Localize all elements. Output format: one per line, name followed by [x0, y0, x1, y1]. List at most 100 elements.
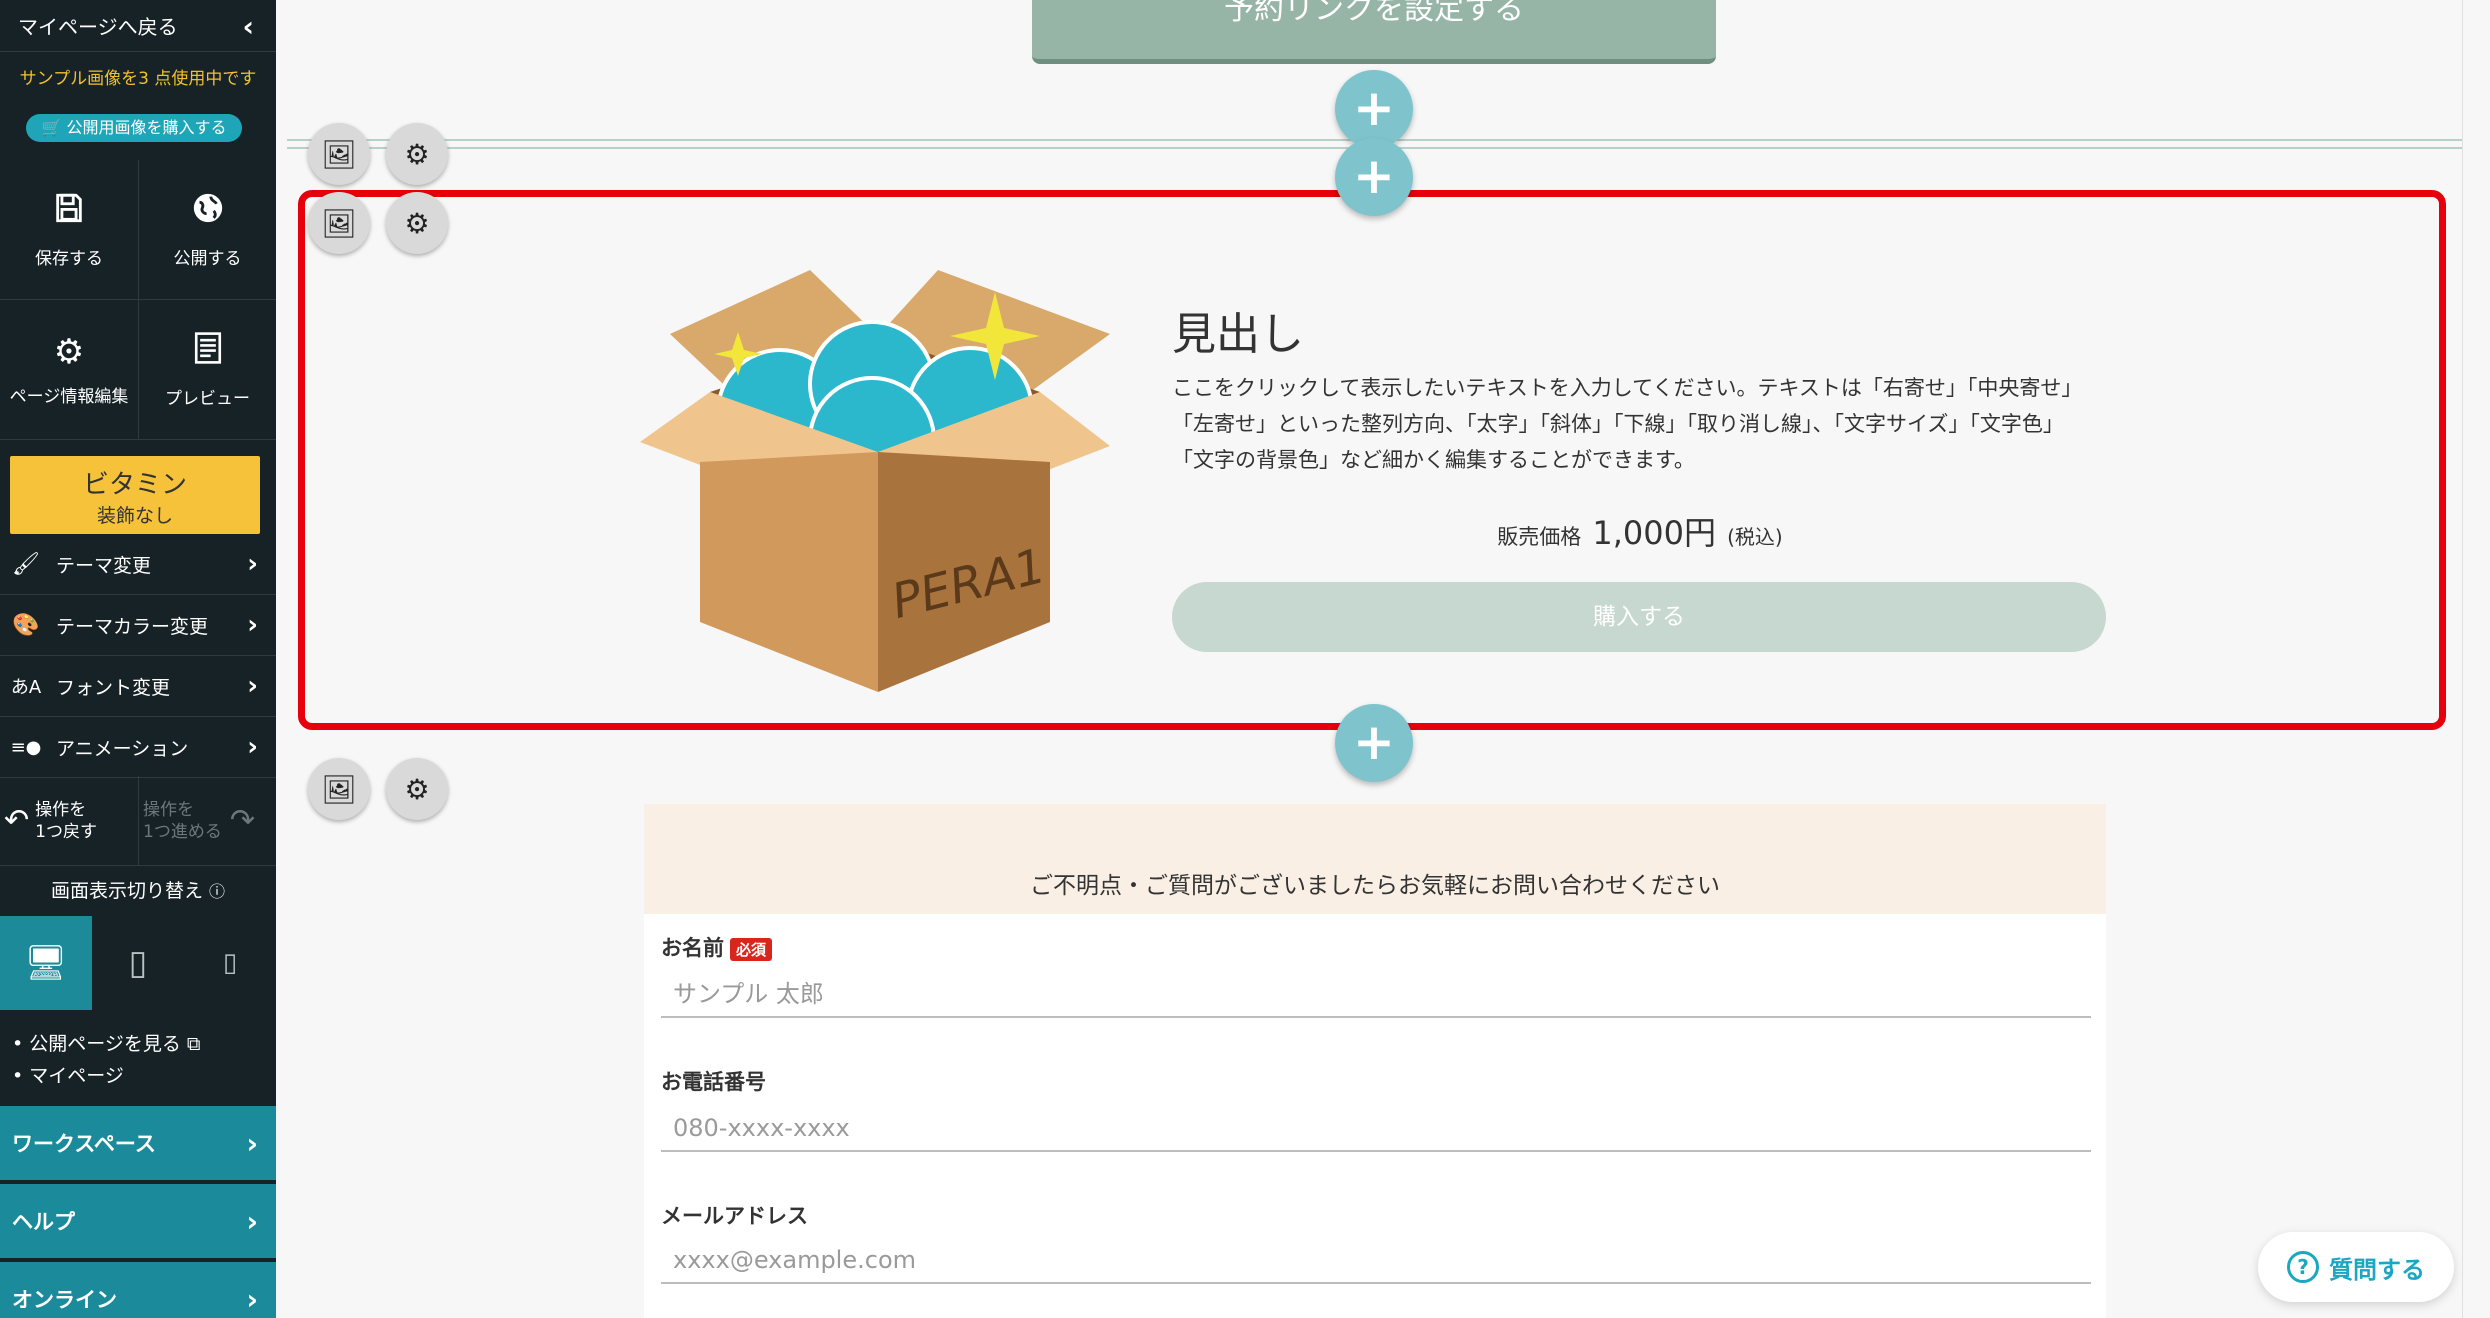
mypage-label: マイページ [29, 1065, 124, 1087]
desktop-view-button[interactable]: 🖥 [0, 916, 92, 1010]
undo-line1: 操作を [35, 800, 87, 820]
menu-label: アニメーション [56, 737, 189, 760]
ask-question-label: 質問する [2329, 1255, 2425, 1284]
device-switcher: 🖥 ▯ ▯ [0, 916, 276, 1010]
product-box-illustration[interactable]: PERA1 [640, 262, 1110, 692]
tablet-icon: ▯ [128, 943, 148, 983]
redo-line1: 操作を [143, 800, 194, 820]
image-icon: 🖼 [321, 772, 357, 806]
tablet-view-button[interactable]: ▯ [92, 916, 184, 1010]
view-public-page-link[interactable]: • 公開ページを見る ⧉ [12, 1028, 201, 1060]
undo-button[interactable]: ↶ 操作を 1つ戻す [0, 776, 138, 866]
reservation-link-label: 予約リンクを設定する [1224, 0, 1524, 27]
plus-icon: + [1353, 713, 1395, 771]
price-value: 1,000円 [1592, 514, 1716, 552]
ask-question-button[interactable]: ? 質問する [2258, 1232, 2454, 1302]
save-button[interactable]: 保存する [0, 160, 138, 300]
publish-label: 公開する [173, 248, 242, 269]
redo-button[interactable]: 操作を 1つ進める ↷ [138, 776, 276, 866]
chevron-right-icon: › [247, 671, 258, 701]
phone-input[interactable] [661, 1106, 2091, 1152]
form-heading: ご不明点・ご質問がございましたらお気軽にお問い合わせください [644, 804, 2106, 914]
paint-roller-icon: 🖌 [12, 551, 40, 577]
menu-theme-change[interactable]: 🖌 テーマ変更 › [0, 534, 276, 595]
cart-icon: 🛒 [41, 118, 62, 137]
gear-icon: ⚙ [404, 137, 430, 171]
menu-label: テーマ変更 [56, 554, 152, 577]
publish-button[interactable]: 公開する [138, 160, 276, 300]
mobile-view-button[interactable]: ▯ [184, 916, 276, 1010]
name-input[interactable] [661, 972, 2091, 1018]
chevron-right-icon: › [247, 549, 258, 579]
help-menu-button[interactable]: ヘルプ › [0, 1184, 276, 1260]
reservation-link-button[interactable]: 予約リンクを設定する [1032, 0, 1716, 64]
add-section-button[interactable]: + [1335, 704, 1413, 782]
help-menu-label: ヘルプ [12, 1210, 75, 1234]
preview-button[interactable]: プレビュー [138, 300, 276, 440]
chevron-left-icon: ‹ [242, 10, 254, 43]
image-edit-button[interactable]: 🖼 [308, 192, 370, 254]
view-switch-heading: 画面表示切り替え ⓘ [0, 876, 276, 903]
email-input[interactable] [661, 1238, 2091, 1284]
purchase-button[interactable]: 購入する [1172, 582, 2106, 652]
chevron-right-icon: › [247, 732, 258, 762]
add-section-button[interactable]: + [1335, 138, 1413, 216]
gear-icon: ⚙ [404, 772, 430, 806]
theme-name: ビタミン [82, 470, 187, 500]
section-settings-button[interactable]: ⚙ [386, 123, 448, 185]
section-heading[interactable]: 見出し [1172, 298, 1304, 362]
question-circle-icon[interactable]: ⓘ [209, 882, 225, 901]
sample-image-notice: サンプル画像を3 点使用中です [19, 69, 257, 89]
save-label: 保存する [35, 248, 103, 269]
preview-label: プレビュー [165, 388, 250, 409]
current-theme-badge[interactable]: ビタミン 装飾なし [10, 456, 260, 534]
section-settings-button[interactable]: ⚙ [386, 192, 448, 254]
menu-animation[interactable]: ≡● アニメーション › [0, 717, 276, 778]
chevron-right-icon: › [246, 1126, 258, 1160]
menu-font-change[interactable]: あA フォント変更 › [0, 656, 276, 717]
save-icon [52, 191, 86, 234]
mypage-link[interactable]: • マイページ [12, 1060, 201, 1092]
page-info-edit-label: ページ情報編集 [9, 387, 129, 407]
animation-icon: ≡● [10, 736, 42, 758]
font-icon: あA [10, 677, 42, 698]
online-button[interactable]: オンライン › [0, 1262, 276, 1318]
image-edit-button[interactable]: 🖼 [308, 758, 370, 820]
purchase-label: 購入する [1593, 604, 1685, 630]
page-info-edit-button[interactable]: ⚙ ページ情報編集 [0, 300, 138, 440]
chevron-right-icon: › [246, 1204, 258, 1238]
view-switch-label: 画面表示切り替え [50, 880, 203, 902]
chevron-right-icon: › [247, 610, 258, 640]
section-settings-button[interactable]: ⚙ [386, 758, 448, 820]
workspace-label: ワークスペース [12, 1132, 156, 1156]
undo-icon: ↶ [4, 803, 30, 838]
section-body-text[interactable]: ここをクリックして表示したいテキストを入力してください。テキストは「右寄せ」「中… [1172, 370, 2092, 478]
undo-redo-bar: ↶ 操作を 1つ戻す 操作を 1つ進める ↷ [0, 776, 276, 866]
undo-line2: 1つ戻す [35, 822, 97, 842]
name-label-text: お名前 [661, 936, 724, 960]
gear-icon: ⚙ [53, 332, 85, 372]
price-label: 販売価格 [1497, 525, 1582, 549]
menu-label: フォント変更 [56, 676, 171, 699]
mobile-icon: ▯ [222, 948, 238, 978]
scrollbar[interactable] [2462, 0, 2490, 1318]
back-to-mypage-link[interactable]: マイページへ戻る ‹ [0, 0, 276, 52]
name-field-label: お名前 必須 [661, 932, 773, 962]
plus-icon: + [1353, 79, 1395, 137]
theme-sub: 装飾なし [96, 505, 173, 527]
buy-public-images-label: 公開用画像を購入する [66, 118, 227, 137]
plus-icon: + [1353, 147, 1395, 205]
buy-public-images-button[interactable]: 🛒 公開用画像を購入する [26, 114, 242, 142]
palette-icon: 🎨 [12, 612, 40, 638]
add-section-button[interactable]: + [1335, 70, 1413, 148]
online-label: オンライン [12, 1288, 117, 1312]
back-label: マイページへ戻る [18, 15, 178, 39]
redo-icon: ↷ [229, 803, 255, 838]
workspace-button[interactable]: ワークスペース › [0, 1106, 276, 1182]
image-edit-button[interactable]: 🖼 [308, 123, 370, 185]
desktop-icon: 🖥 [24, 943, 68, 983]
external-link-icon: ⧉ [186, 1033, 201, 1055]
email-field-label: メールアドレス [661, 1204, 808, 1228]
menu-theme-color-change[interactable]: 🎨 テーマカラー変更 › [0, 595, 276, 656]
preview-icon [192, 331, 224, 374]
